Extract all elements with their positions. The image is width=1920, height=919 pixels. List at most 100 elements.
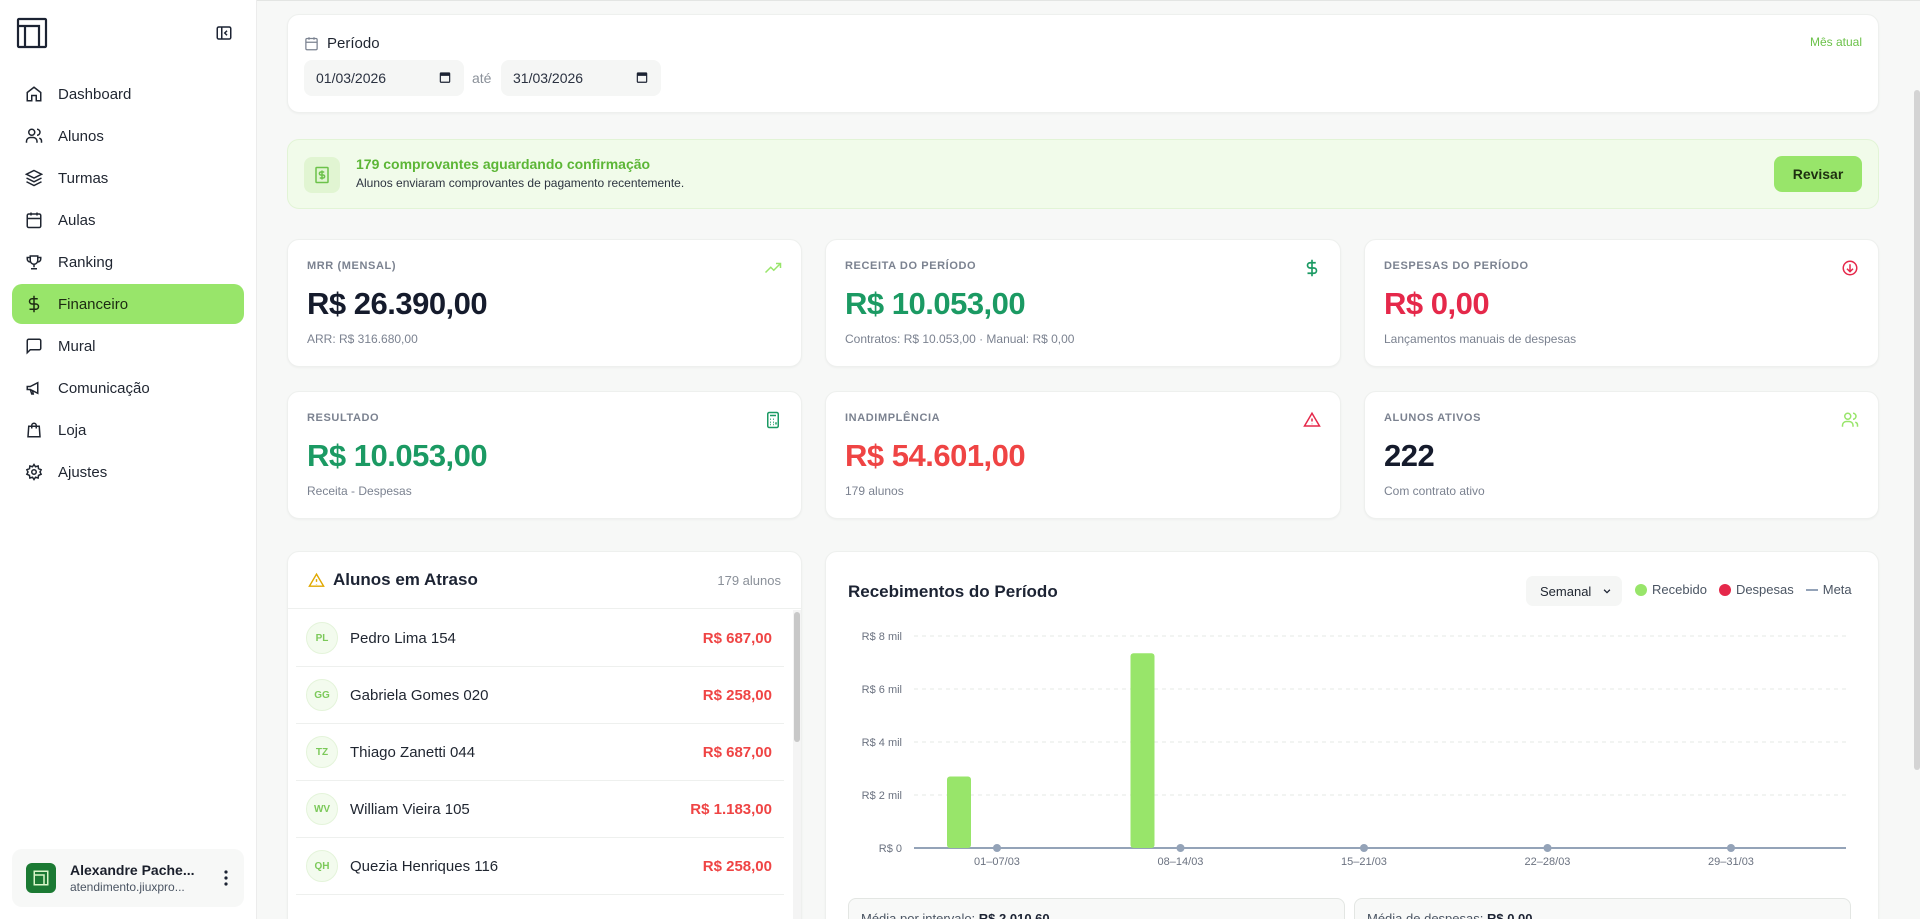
calendar-icon [304,36,319,51]
collapse-sidebar-icon[interactable] [214,23,234,43]
sidebar-item-label: Ranking [58,253,114,271]
legend-swatch [1718,583,1731,596]
calendar-icon[interactable] [438,70,452,87]
users-icon [24,126,44,146]
sidebar-item-loja[interactable]: Loja [12,410,244,450]
kpi-value: R$ 0,00 [1384,286,1490,321]
sidebar-item-financeiro[interactable]: Financeiro [12,284,244,324]
bar-recebido [947,776,971,848]
avatar: WV [306,793,338,825]
kpi-mrr: MRR (MENSAL) R$ 26.390,00 ARR: R$ 316.68… [287,239,802,367]
date-to-input[interactable]: 31/03/2026 [501,60,661,96]
main-content: Período Mês atual 01/03/2026 até 31/03/2… [257,0,1920,919]
summary-label: Média de despesas: [1367,911,1484,919]
list-scrollbar[interactable] [793,610,801,919]
chart-legend: Recebido Despesas Meta [1635,582,1864,597]
user-card[interactable]: Alexandre Pache... atendimento.jiuxpro..… [12,849,244,907]
summary-label: Média por intervalo: [861,911,976,919]
student-name: Gabriela Gomes 020 [350,686,489,704]
x-tick-label: 15–21/03 [1341,856,1387,868]
calendar-icon [24,210,44,230]
sidebar-item-label: Alunos [58,127,104,145]
kpi-sub: Com contrato ativo [1384,484,1485,498]
kpi-sub: Contratos: R$ 10.053,00 · Manual: R$ 0,0… [845,332,1075,346]
sidebar-item-alunos[interactable]: Alunos [12,116,244,156]
kpi-sub: Receita - Despesas [307,484,412,498]
sidebar-item-label: Financeiro [58,295,129,313]
chart-plot: R$ 0 R$ 2 mil R$ 4 mil R$ 6 mil R$ 8 mil 01–0… [862,631,1846,868]
pending-receipts-alert: 179 comprovantes aguardando confirmação … [287,139,1879,209]
legend-despesas[interactable]: Despesas [1718,582,1794,597]
kpi-label: ALUNOS ATIVOS [1384,412,1482,424]
kpi-resultado: RESULTADO R$ 10.053,00 Receita - Despesa… [287,391,802,519]
sidebar-item-label: Ajustes [58,463,108,481]
kpi-value: R$ 10.053,00 [845,286,1026,321]
late-students-header: Alunos em Atraso 179 alunos [288,552,801,609]
x-tick-label: 08–14/03 [1158,856,1204,868]
late-students-list: PL Pedro Lima 154 R$ 687,00 GG Gabriela … [296,610,784,895]
overdue-amount: R$ 258,00 [702,686,772,704]
sidebar-item-aulas[interactable]: Aulas [12,200,244,240]
sidebar-item-ajustes[interactable]: Ajustes [12,452,244,492]
kpi-inadimplencia: INADIMPLÊNCIA R$ 54.601,00 179 alunos [825,391,1341,519]
meta-point [1543,844,1552,852]
kpi-sub: 179 alunos [845,484,904,498]
sidebar-item-comunicacao[interactable]: Comunicação [12,368,244,408]
legend-meta[interactable]: Meta [1805,582,1852,597]
review-button[interactable]: Revisar [1774,156,1862,192]
list-item[interactable]: PL Pedro Lima 154 R$ 687,00 [296,610,784,667]
legend-label: Despesas [1735,582,1794,597]
app-logo[interactable] [16,17,48,49]
date-from-value: 01/03/2026 [316,70,387,86]
overdue-amount: R$ 687,00 [702,629,772,647]
sidebar-item-label: Turmas [58,169,109,187]
kpi-sub: ARR: R$ 316.680,00 [307,332,418,346]
warning-triangle-icon [308,572,325,589]
kpi-label: DESPESAS DO PERÍODO [1384,260,1529,272]
sidebar-nav: Dashboard Alunos Turmas Aulas Ranking Fi… [12,74,244,494]
period-filter-card: Período Mês atual 01/03/2026 até 31/03/2… [287,14,1879,113]
megaphone-icon [24,378,44,398]
summary-value: R$ 0,00 [1486,911,1533,919]
period-title: Período [304,35,380,52]
page-scrollbar[interactable] [1914,90,1920,770]
list-item[interactable]: QH Quezia Henriques 116 R$ 258,00 [296,838,784,895]
student-name: William Vieira 105 [350,800,470,818]
trending-up-icon [763,258,783,278]
kpi-value: 222 [1384,438,1435,473]
date-from-input[interactable]: 01/03/2026 [304,60,464,96]
legend-label: Recebido [1652,582,1707,597]
sidebar-item-mural[interactable]: Mural [12,326,244,366]
calculator-icon [763,410,783,430]
late-title-label: Alunos em Atraso [333,570,478,589]
list-item[interactable]: WV William Vieira 105 R$ 1.183,00 [296,781,784,838]
scrollbar-thumb[interactable] [794,612,800,742]
list-item[interactable]: GG Gabriela Gomes 020 R$ 258,00 [296,667,784,724]
alert-subtitle: Alunos enviaram comprovantes de pagament… [356,176,685,190]
sidebar-item-dashboard[interactable]: Dashboard [12,74,244,114]
meta-point [1727,844,1735,852]
more-vertical-icon[interactable] [216,866,236,890]
x-tick-label: 01–07/03 [974,856,1020,868]
list-item[interactable]: TZ Thiago Zanetti 044 R$ 687,00 [296,724,784,781]
late-students-count: 179 alunos [717,573,781,588]
student-name: Thiago Zanetti 044 [350,743,476,761]
avatar: TZ [306,736,338,768]
interval-select[interactable]: Semanal [1526,576,1622,606]
current-month-link[interactable]: Mês atual [1810,35,1862,49]
sidebar-item-ranking[interactable]: Ranking [12,242,244,282]
kpi-label: RECEITA DO PERÍODO [845,260,977,272]
top-divider [257,0,1920,1]
kpi-value: R$ 10.053,00 [307,438,488,473]
alert-title: 179 comprovantes aguardando confirmação [356,156,651,172]
kpi-label: MRR (MENSAL) [307,260,397,272]
calendar-icon[interactable] [635,70,649,87]
avatar: PL [306,622,338,654]
legend-recebido[interactable]: Recebido [1635,582,1707,597]
sidebar-item-label: Comunicação [58,379,150,397]
avatar [26,863,56,893]
sidebar: Dashboard Alunos Turmas Aulas Ranking Fi… [0,0,257,919]
sidebar-item-turmas[interactable]: Turmas [12,158,244,198]
y-tick-label: R$ 0 [879,843,902,855]
interval-select-value: Semanal [1540,583,1592,599]
